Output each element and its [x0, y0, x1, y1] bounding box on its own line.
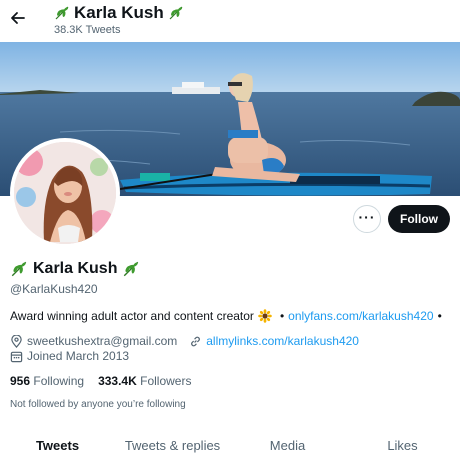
profile-meta: sweetkushextra@gmail.com allmylinks.com/…: [10, 334, 371, 348]
tab-tweets[interactable]: Tweets: [0, 430, 115, 460]
followers-label: Followers: [140, 374, 192, 388]
back-arrow-icon: [11, 12, 25, 24]
tab-media[interactable]: Media: [230, 430, 345, 460]
avatar[interactable]: [10, 138, 120, 248]
bio-text: Award winning adult actor and content cr…: [10, 309, 254, 323]
back-button[interactable]: [6, 6, 30, 30]
joined-text: Joined March 2013: [27, 349, 130, 363]
profile-bio: Award winning adult actor and content cr…: [10, 309, 456, 323]
onlyfans-link[interactable]: onlyfans.com/karlakush420: [288, 309, 433, 323]
link-icon: [191, 336, 201, 346]
not-followed-note: Not followed by anyone you’re following: [10, 399, 186, 410]
header-title: Karla Kush: [54, 3, 184, 23]
website-link[interactable]: allmylinks.com/karlakush420: [206, 334, 359, 348]
calendar-icon: [10, 351, 23, 362]
tab-likes[interactable]: Likes: [345, 430, 460, 460]
bio-separator: •: [279, 309, 285, 323]
follow-button[interactable]: Follow: [388, 205, 450, 233]
leaf-icon: [124, 261, 139, 277]
profile-name-text: Karla Kush: [33, 260, 118, 277]
leaf-icon: [169, 6, 183, 20]
following-stat[interactable]: 956 Following: [10, 374, 84, 388]
profile-name: Karla Kush: [10, 260, 140, 278]
header-name: Karla Kush: [74, 3, 164, 22]
website-item: allmylinks.com/karlakush420: [189, 334, 359, 348]
top-bar: Karla Kush 38.3K Tweets: [0, 0, 460, 42]
tweet-count: 38.3K Tweets: [54, 24, 121, 36]
joined-item: Joined March 2013: [10, 349, 129, 363]
profile-handle: @KarlaKush420: [10, 282, 98, 296]
leaf-icon: [55, 6, 69, 20]
more-button[interactable]: ···: [353, 205, 381, 233]
sunflower-icon: [258, 309, 272, 323]
followers-count: 333.4K: [98, 374, 137, 388]
leaf-icon: [11, 261, 27, 277]
location-item: sweetkushextra@gmail.com: [10, 334, 177, 348]
following-count: 956: [10, 374, 31, 388]
location-icon: [11, 334, 22, 348]
email-text: sweetkushextra@gmail.com: [27, 334, 178, 348]
bio-separator: •: [437, 309, 442, 323]
more-icon: ···: [358, 209, 376, 225]
tab-tweets-replies[interactable]: Tweets & replies: [115, 430, 230, 460]
followers-stat[interactable]: 333.4K Followers: [98, 374, 191, 388]
follow-stats: 956 Following 333.4K Followers: [10, 374, 191, 388]
profile-tabs: Tweets Tweets & replies Media Likes: [0, 430, 460, 460]
following-label: Following: [33, 374, 85, 388]
